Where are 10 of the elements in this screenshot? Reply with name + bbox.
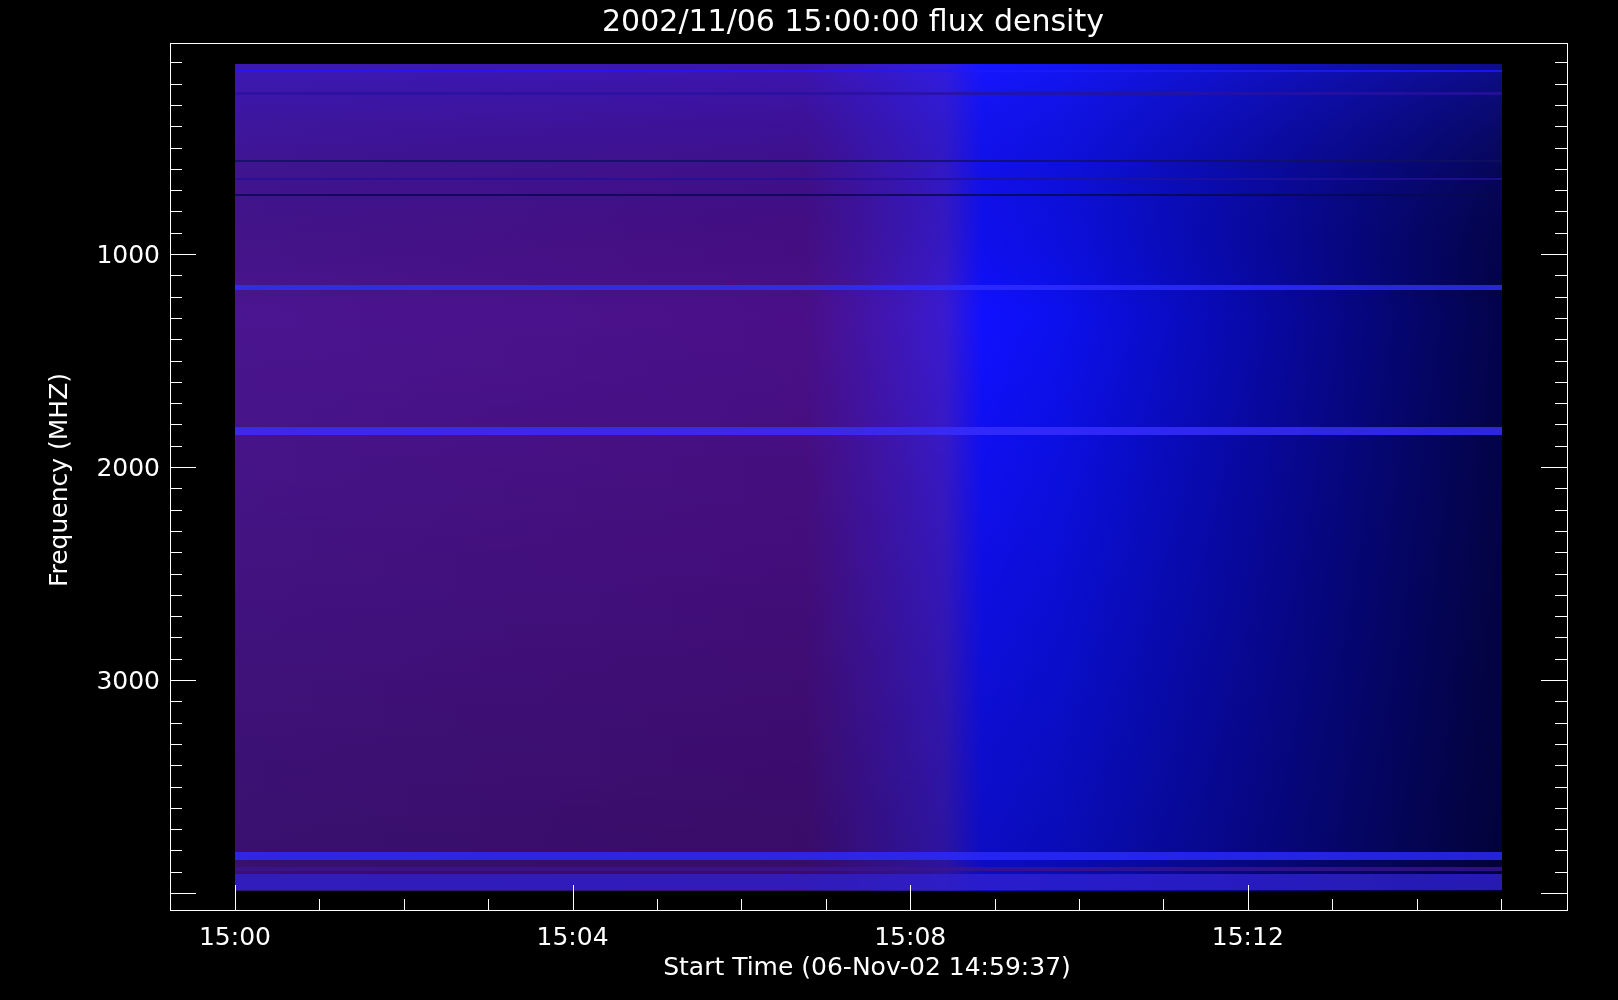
- x-tick-label: 15:04: [536, 922, 609, 951]
- y-tick-label: 2000: [96, 453, 160, 482]
- plot-title: 2002/11/06 15:00:00 flux density: [602, 3, 1104, 38]
- y-axis-label: Frequency (MHZ): [44, 372, 73, 588]
- x-tick-label: 15:12: [1211, 922, 1284, 951]
- y-tick-label: 1000: [96, 240, 160, 269]
- x-tick-label: 15:08: [874, 922, 947, 951]
- y-tick-label: 3000: [96, 666, 160, 695]
- x-axis-label: Start Time (06-Nov-02 14:59:37): [663, 952, 1071, 981]
- x-tick-label: 15:00: [199, 922, 271, 951]
